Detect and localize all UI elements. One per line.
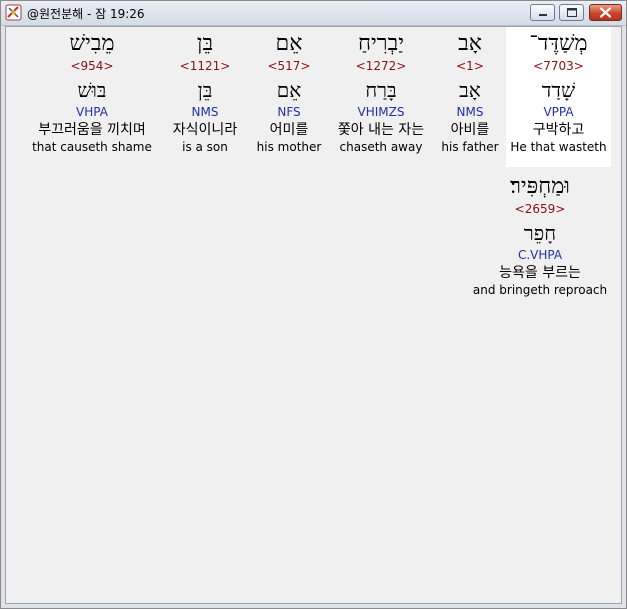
parse-code: VHIMZS: [357, 105, 405, 119]
strong-number[interactable]: <1>: [431, 58, 509, 74]
parse-code: VHPA: [76, 105, 108, 119]
korean-gloss: 부끄러움을 끼치며: [38, 122, 146, 138]
maximize-button[interactable]: [559, 4, 584, 21]
english-gloss: is a son: [182, 140, 228, 154]
word-column[interactable]: מְשַׁדֶּד־ <7703> שָׁדַד VPPA 구박하고 He th…: [506, 27, 611, 167]
parse-code: C.VHPA: [517, 248, 563, 262]
word-column[interactable]: יַבְרִיחַ <1272> בָּרַח VHIMZS 쫓아 내는 자는 …: [326, 27, 436, 167]
english-gloss: and bringeth reproach: [472, 283, 608, 297]
korean-gloss: 능욕을 부르는: [499, 265, 581, 281]
korean-gloss: 자식이니라: [172, 122, 238, 138]
korean-gloss: 구박하고: [532, 122, 585, 138]
korean-gloss: 어미를: [269, 122, 309, 138]
hebrew-word: יַבְרִיחַ: [358, 31, 404, 56]
korean-gloss: 쫓아 내는 자는: [337, 122, 425, 138]
english-gloss: his father: [441, 140, 499, 154]
strong-number[interactable]: <1272>: [326, 58, 436, 74]
hebrew-root: בּוּשׁ: [77, 78, 107, 102]
parse-code: NMS: [456, 105, 484, 119]
analysis-panel: מְשַׁדֶּד־ <7703> שָׁדַד VPPA 구박하고 He th…: [5, 26, 622, 604]
minimize-icon: [539, 14, 547, 16]
strong-number[interactable]: <517>: [249, 58, 329, 74]
english-gloss: chaseth away: [339, 140, 423, 154]
hebrew-root: בָּרַח: [365, 78, 397, 102]
hebrew-root: אָב: [459, 78, 481, 102]
title-bar[interactable]: @원전분해 - 잠 19:26: [1, 1, 626, 26]
korean-gloss: 아비를: [450, 122, 490, 138]
strong-number[interactable]: <1121>: [164, 58, 246, 74]
hebrew-word: בֵּן: [196, 31, 214, 56]
hebrew-root: שָׁדַד: [541, 78, 576, 102]
parse-code: NFS: [277, 105, 301, 119]
close-button[interactable]: [589, 4, 622, 21]
app-window: @원전분해 - 잠 19:26 מְשַׁדֶּד־ <7703> שָׁדַד…: [0, 0, 627, 609]
hebrew-root: בֵּן: [197, 78, 213, 102]
word-column[interactable]: בֵּן <1121> בֵּן NMS 자식이니라 is a son: [164, 27, 246, 167]
window-title: @원전분해 - 잠 19:26: [27, 7, 145, 21]
hebrew-word: מֵבִישׁ: [69, 31, 115, 56]
app-icon[interactable]: [5, 4, 22, 21]
word-column[interactable]: וּמַחְפִּיר׃ <2659> חָפֵר C.VHPA 능욕을 부르는…: [472, 173, 608, 305]
english-gloss: his mother: [256, 140, 322, 154]
parse-code: NMS: [191, 105, 219, 119]
hebrew-word: אֵם: [275, 31, 303, 56]
english-gloss: that causeth shame: [32, 140, 152, 154]
english-gloss: He that wasteth: [510, 140, 607, 154]
hebrew-root: אֵם: [276, 78, 302, 102]
strong-number[interactable]: <7703>: [506, 58, 611, 74]
strong-number[interactable]: <2659>: [472, 201, 608, 217]
word-column[interactable]: אָב <1> אָב NMS 아비를 his father: [431, 27, 509, 167]
word-column[interactable]: מֵבִישׁ <954> בּוּשׁ VHPA 부끄러움을 끼치며 that…: [20, 27, 164, 167]
hebrew-word: אָב: [458, 31, 482, 56]
hebrew-word: מְשַׁדֶּד־: [529, 31, 588, 56]
maximize-icon: [567, 8, 577, 17]
close-icon: [599, 7, 612, 18]
hebrew-root: חָפֵר: [523, 221, 557, 245]
word-column[interactable]: אֵם <517> אֵם NFS 어미를 his mother: [249, 27, 329, 167]
parse-code: VPPA: [543, 105, 574, 119]
hebrew-word: וּמַחְפִּיר׃: [510, 174, 570, 199]
minimize-button[interactable]: [530, 4, 555, 21]
strong-number[interactable]: <954>: [20, 58, 164, 74]
